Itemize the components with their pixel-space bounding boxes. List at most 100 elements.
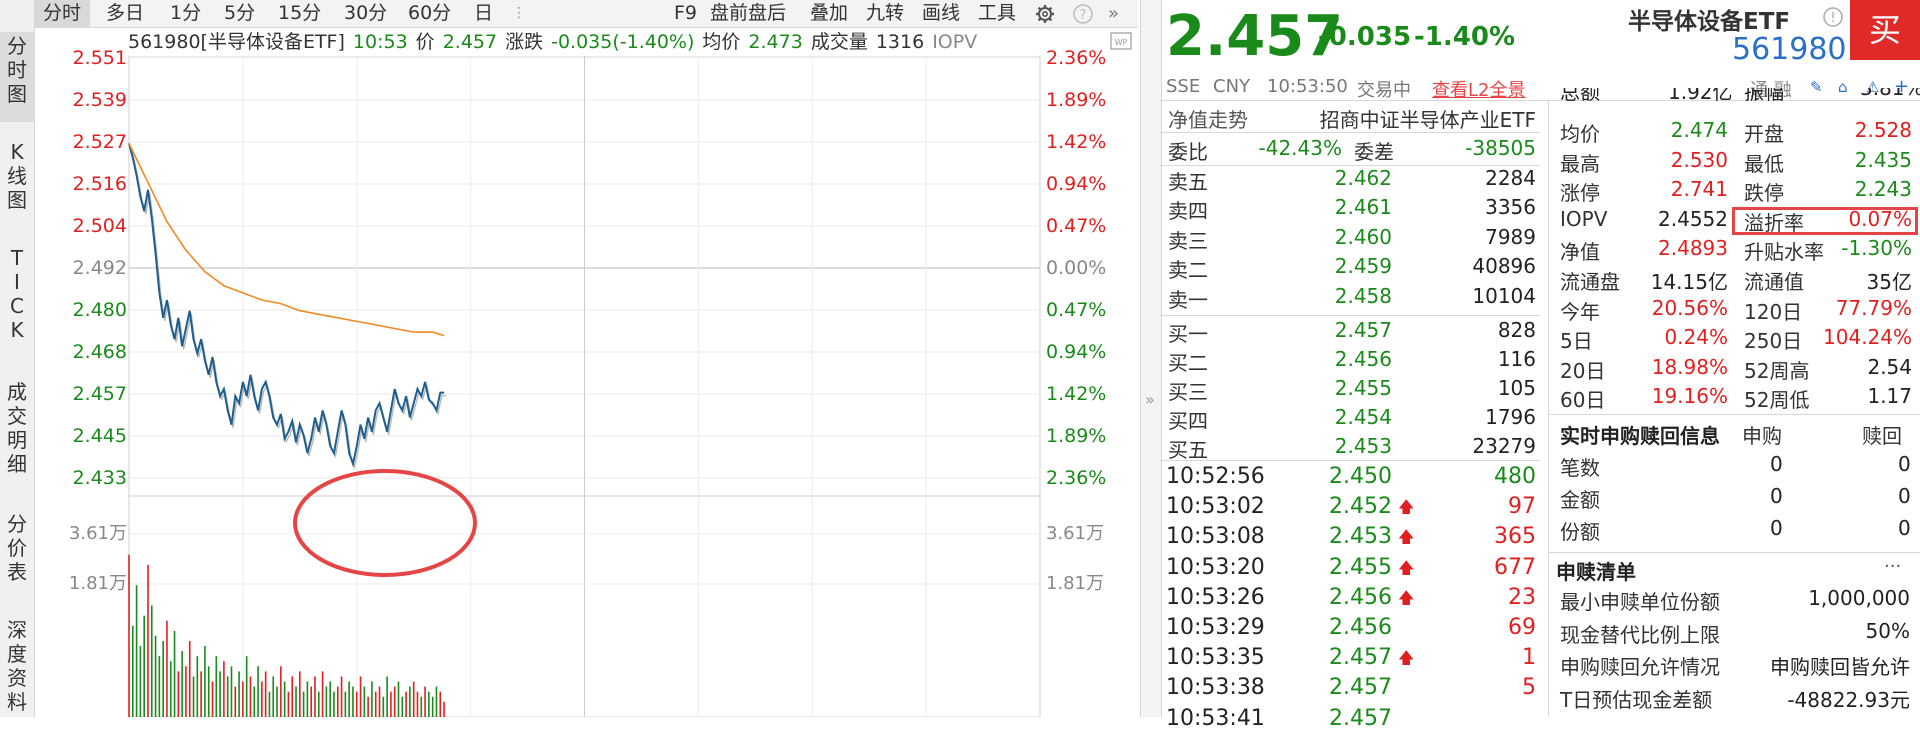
- stat-label: 最高: [1560, 151, 1600, 176]
- buy-button[interactable]: 买: [1850, 0, 1920, 60]
- window-icon[interactable]: WP: [1110, 32, 1132, 56]
- volume-bar: [181, 651, 183, 717]
- stat-label: 流通盘: [1560, 270, 1620, 294]
- info-icon[interactable]: !: [1822, 6, 1844, 32]
- volume-bar: [261, 681, 263, 717]
- period-tab-15min[interactable]: 15分: [278, 0, 321, 27]
- double-chevron-right-icon[interactable]: »: [1108, 0, 1119, 27]
- tick-price: 2.456: [1329, 584, 1392, 610]
- stat-value: 14.15亿: [1650, 270, 1728, 294]
- toolbar-nine-turn[interactable]: 九转: [866, 0, 904, 27]
- l2-link[interactable]: 查看L2全景: [1432, 76, 1525, 102]
- ask-price[interactable]: 2.459: [1300, 254, 1392, 278]
- volume-bar: [393, 686, 396, 717]
- gear-icon[interactable]: [1034, 0, 1056, 27]
- stat-value: 2.435: [1854, 147, 1912, 172]
- volume-bar: [416, 691, 419, 717]
- volume-bar: [211, 681, 214, 717]
- intraday-chart[interactable]: [34, 55, 1138, 718]
- volume-tick-right: 3.61万: [1046, 523, 1105, 544]
- bid-label: 买二: [1168, 351, 1208, 375]
- ask-price[interactable]: 2.460: [1300, 225, 1392, 249]
- quote-time: 10:53:50: [1267, 76, 1348, 97]
- period-tab-30min[interactable]: 30分: [344, 0, 387, 27]
- stat-label: 均价: [1560, 122, 1600, 146]
- stat-value: 2.530: [1670, 147, 1728, 172]
- volume-bar: [139, 646, 142, 717]
- volume-bar: [158, 656, 161, 717]
- period-tab-day[interactable]: 日: [474, 0, 493, 27]
- security-code: 561980: [1732, 32, 1847, 67]
- vtab-timeshare[interactable]: 分 时 图: [0, 32, 34, 122]
- info-time: 10:53: [352, 31, 408, 53]
- volume-bar: [397, 681, 400, 717]
- help-icon[interactable]: ?: [1072, 0, 1094, 27]
- period-tab-timeshare[interactable]: 分时: [34, 0, 90, 27]
- iopv-label[interactable]: IOPV: [932, 31, 977, 53]
- panel-divider[interactable]: »: [1140, 0, 1162, 717]
- tick-price: 2.453: [1329, 524, 1392, 550]
- ask-volume: 3356: [1485, 195, 1536, 220]
- vtab-depth-data[interactable]: 深 度 资 料: [0, 618, 34, 718]
- stat-total-label: 总额: [1560, 88, 1600, 102]
- stat-label: 净值: [1560, 240, 1600, 265]
- subscribe-value: 0: [1770, 516, 1783, 540]
- volume-tick-right: 1.81万: [1046, 573, 1105, 594]
- vtab-price-table[interactable]: 分 价 表: [0, 512, 34, 592]
- toolbar-draw[interactable]: 画线: [922, 0, 960, 27]
- period-tab-1min[interactable]: 1分: [170, 0, 201, 27]
- vertical-tab-strip: 分 时 图 K 线 图 T I C K 成 交 明 细 分 价 表 深 度 资 …: [0, 0, 35, 717]
- collapse-chevron-icon[interactable]: »: [1145, 390, 1155, 409]
- volume-bar: [135, 585, 138, 717]
- redeem-more-button[interactable]: ···: [1884, 556, 1901, 577]
- ask-price[interactable]: 2.461: [1300, 195, 1392, 219]
- toolbar-f9[interactable]: F9: [674, 0, 697, 27]
- vtab-kline[interactable]: K 线 图: [0, 140, 34, 220]
- tick-volume: 5: [1522, 675, 1536, 701]
- period-tab-multiday[interactable]: 多日: [106, 0, 144, 27]
- price-label: 价: [415, 31, 435, 53]
- stat-label: 60日: [1560, 388, 1606, 413]
- weibi-value: -42.43%: [1258, 136, 1342, 160]
- subscribe-col-redeem: 赎回: [1862, 424, 1902, 448]
- volume-tick-left: 1.81万: [68, 573, 127, 594]
- nav-trend-value[interactable]: 招商中证半导体产业ETF: [1304, 104, 1536, 133]
- tick-price: 2.450: [1329, 464, 1392, 489]
- bid-price[interactable]: 2.453: [1300, 434, 1392, 458]
- period-more-icon[interactable]: ⋮: [512, 0, 526, 27]
- volume-bar: [283, 681, 286, 717]
- bid-volume: 116: [1497, 347, 1536, 371]
- chart-toolbar: 分时 多日 1分 5分 15分 30分 60分 日 ⋮ F9 盘前盘后 叠加 九…: [34, 0, 1138, 28]
- volume-bar: [435, 686, 438, 717]
- ask-volume: 7989: [1485, 224, 1536, 249]
- toolbar-overlay[interactable]: 叠加: [810, 0, 848, 27]
- tick-volume: 69: [1508, 615, 1536, 640]
- bid-price[interactable]: 2.455: [1300, 376, 1392, 400]
- y-tick-right: 0.47%: [1046, 215, 1107, 237]
- toolbar-tools[interactable]: 工具: [978, 0, 1016, 27]
- volume-bar: [355, 691, 358, 717]
- bid-price[interactable]: 2.456: [1300, 347, 1392, 371]
- vtab-tick[interactable]: T I C K: [0, 246, 34, 346]
- volume-bar: [333, 691, 335, 717]
- period-tab-60min[interactable]: 60分: [408, 0, 451, 27]
- bid-price[interactable]: 2.454: [1300, 405, 1392, 429]
- stat-label: 最低: [1744, 151, 1784, 176]
- period-tab-5min[interactable]: 5分: [224, 0, 255, 27]
- tick-time: 10:53:41: [1166, 705, 1265, 731]
- stat-value: -1.30%: [1841, 236, 1912, 261]
- bid-price[interactable]: 2.457: [1300, 318, 1392, 342]
- ask-price[interactable]: 2.462: [1300, 166, 1392, 190]
- nav-trend-label[interactable]: 净值走势: [1168, 104, 1248, 133]
- redeem-row-label: T日预估现金差额: [1560, 687, 1713, 712]
- bid-volume: 23279: [1472, 434, 1536, 458]
- vtab-trade-detail[interactable]: 成 交 明 细: [0, 380, 34, 480]
- ask-price[interactable]: 2.458: [1300, 284, 1392, 308]
- stat-label: 52周高: [1744, 358, 1810, 383]
- volume-bar: [249, 676, 252, 717]
- price-line: [128, 143, 445, 468]
- toolbar-premarket[interactable]: 盘前盘后: [710, 0, 786, 27]
- y-tick-right: 2.36%: [1046, 467, 1107, 489]
- stat-value: 18.98%: [1651, 354, 1728, 379]
- svg-text:?: ?: [1080, 8, 1087, 23]
